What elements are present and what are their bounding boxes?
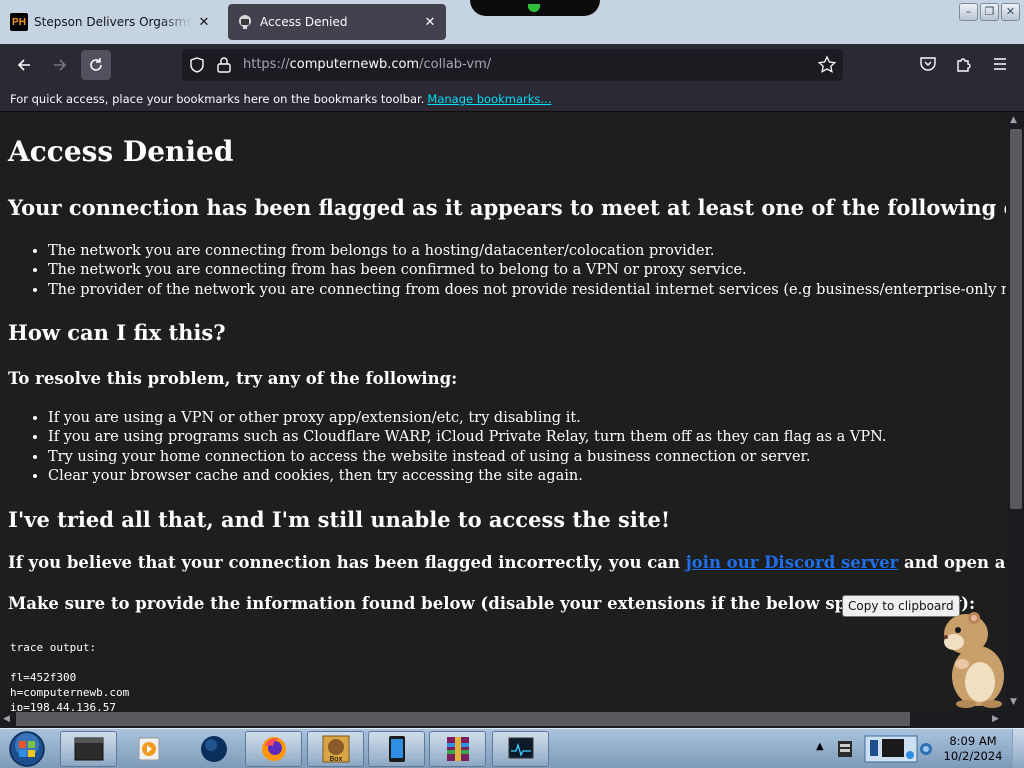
firefox-icon [261, 737, 286, 761]
trace-line: trace output: [10, 641, 97, 654]
taskbar-item-monitor[interactable] [492, 731, 549, 767]
network-icon[interactable] [918, 741, 934, 757]
taskbar-item-game-box[interactable]: Box [307, 731, 364, 767]
trace-line [10, 655, 129, 670]
discord-suffix: and open a ticket. [904, 553, 1006, 572]
window-controls: – ❐ ✕ [959, 3, 1020, 21]
clock-date: 10/2/2024 [943, 749, 1003, 763]
tab-title: Access Denied [260, 15, 348, 29]
page-content: Access Denied Your connection has been f… [0, 113, 1006, 711]
criteria-list: The network you are connecting from belo… [28, 242, 1006, 300]
show-desktop-button[interactable] [1012, 729, 1024, 768]
taskbar-item-winrar[interactable] [429, 731, 486, 767]
taskbar-item-tablet[interactable] [368, 731, 425, 767]
lock-icon [217, 57, 231, 73]
discord-prefix: If you believe that your connection has … [8, 553, 686, 572]
list-item: Clear your browser cache and cookies, th… [48, 467, 887, 486]
window-decoration [470, 0, 600, 16]
list-item: Try using your home connection to access… [48, 448, 887, 467]
taskbar-item-firefox[interactable] [245, 731, 302, 767]
winrar-icon [446, 737, 469, 761]
list-item: If you are using a VPN or other proxy ap… [48, 409, 887, 428]
bookmarks-hint: For quick access, place your bookmarks h… [10, 92, 425, 106]
trace-line: ip=198.44.136.57 [10, 701, 116, 711]
horizontal-scrollbar[interactable]: ◀ ▶ [0, 711, 1006, 728]
resource-monitor-icon [508, 737, 533, 759]
tab-active[interactable]: Access Denied ✕ [228, 4, 446, 40]
tray-expand-icon[interactable]: ▲ [816, 741, 824, 752]
ph-favicon-icon: PH [10, 13, 28, 31]
list-item: If you are using programs such as Cloudf… [48, 428, 887, 447]
back-arrow-icon [17, 59, 30, 71]
horizontal-scroll-thumb[interactable] [16, 712, 910, 726]
bookmarks-toolbar: For quick access, place your bookmarks h… [0, 86, 1024, 112]
bookmark-star-icon[interactable] [817, 55, 837, 75]
resolve-heading: To resolve this problem, try any of the … [8, 369, 458, 388]
taskbar-item-media-player[interactable] [120, 731, 177, 767]
tracking-shield-icon [190, 57, 204, 73]
vertical-scroll-thumb[interactable] [1010, 129, 1022, 509]
forward-button[interactable] [45, 50, 75, 80]
list-item: The provider of the network you are conn… [48, 281, 1006, 300]
discord-paragraph: If you believe that your connection has … [8, 553, 1006, 572]
extensions-icon[interactable] [955, 55, 973, 73]
hamster-mascot-icon [944, 612, 1004, 708]
list-item: The network you are connecting from has … [48, 261, 1006, 280]
trace-output: trace output: fl=452f300 h=computernewb.c… [10, 640, 129, 711]
back-button[interactable] [9, 50, 39, 80]
discord-link[interactable]: join our Discord server [686, 553, 899, 572]
taskbar: Box ▲ 8:09 AM 10/2/2024 [0, 728, 1024, 768]
manage-bookmarks-link[interactable]: Manage bookmarks... [427, 92, 551, 106]
info-paragraph: Make sure to provide the information fou… [8, 594, 976, 613]
clock-time: 8:09 AM [949, 734, 997, 748]
windows-orb-icon [9, 731, 45, 767]
address-bar[interactable]: https://computernewb.com/collab-vm/ [182, 49, 843, 81]
fix-heading: How can I fix this? [8, 320, 226, 345]
scroll-right-icon[interactable]: ▶ [992, 714, 999, 724]
navigation-bar: https://computernewb.com/collab-vm/ [0, 44, 1024, 86]
taskbar-item-explorer-window[interactable] [60, 731, 117, 767]
minimize-icon[interactable]: – [959, 3, 978, 21]
scroll-up-icon[interactable]: ▲ [1010, 115, 1017, 125]
flagged-heading: Your connection has been flagged as it a… [8, 195, 1006, 220]
hamburger-menu-icon[interactable] [991, 55, 1009, 73]
url-text[interactable]: https://computernewb.com/collab-vm/ [243, 57, 491, 72]
close-tab-icon[interactable]: ✕ [422, 15, 438, 30]
tried-heading: I've tried all that, and I'm still unabl… [8, 507, 671, 532]
reload-button[interactable] [81, 50, 111, 80]
tray-device-icon[interactable] [864, 735, 918, 763]
trace-line: h=computernewb.com [10, 686, 130, 699]
taskbar-item-globe[interactable] [185, 731, 242, 767]
tab-title: Stepson Delivers Orgasms to his [34, 15, 192, 29]
tab-strip: PH Stepson Delivers Orgasms to his ✕ Acc… [0, 0, 1024, 44]
list-item: The network you are connecting from belo… [48, 242, 1006, 261]
pocket-icon[interactable] [919, 55, 937, 73]
start-button[interactable] [5, 729, 49, 768]
forward-arrow-icon [54, 59, 67, 71]
restore-icon[interactable]: ❐ [980, 3, 999, 21]
tab-background[interactable]: PH Stepson Delivers Orgasms to his ✕ [2, 4, 220, 40]
reload-icon [90, 58, 102, 71]
close-window-icon[interactable]: ✕ [1001, 3, 1020, 21]
resolve-list: If you are using a VPN or other proxy ap… [28, 409, 887, 486]
scroll-left-icon[interactable]: ◀ [3, 714, 10, 724]
media-player-icon [138, 737, 159, 761]
game-box-icon: Box [322, 735, 349, 763]
globe-icon [200, 736, 227, 762]
clock[interactable]: 8:09 AM 10/2/2024 [938, 734, 1008, 764]
close-tab-icon[interactable]: ✕ [196, 15, 212, 30]
svg-text:Box: Box [329, 755, 342, 763]
tablet-icon [388, 736, 405, 762]
tray-app-icon[interactable] [836, 739, 854, 759]
dark-window-icon [74, 737, 103, 761]
page-title: Access Denied [8, 135, 234, 168]
trace-line: fl=452f300 [10, 671, 77, 684]
page-favicon-icon [236, 13, 254, 31]
